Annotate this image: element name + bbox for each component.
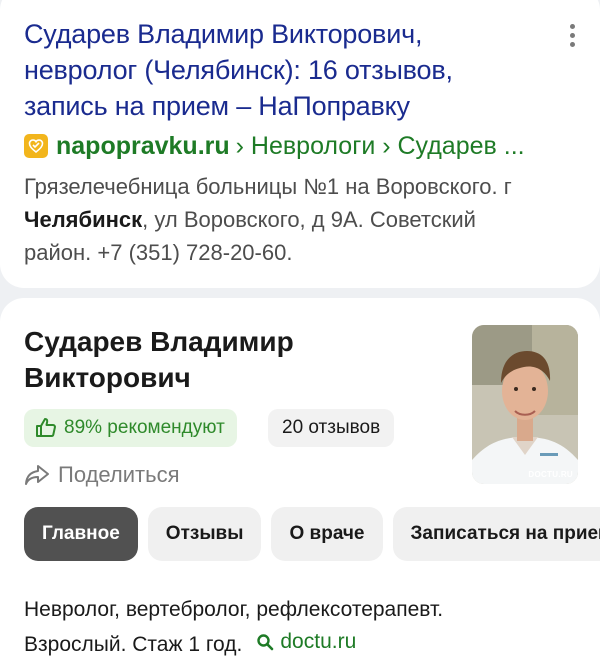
search-icon [257, 634, 274, 651]
doctor-photo[interactable]: DOCTU.RU [472, 325, 578, 484]
more-vertical-icon [569, 23, 575, 29]
result-title-line-1: Сударев Владимир Викторович, [24, 19, 423, 49]
result-title-line-3: запись на прием – НаПоправку [24, 91, 410, 121]
recommend-text: 89% рекомендуют [64, 417, 225, 438]
result-breadcrumb: › Неврологи › Сударев ... [235, 132, 525, 160]
doctor-card: Сударев Владимир Викторович DOCTU.RU 89%… [0, 298, 600, 658]
photo-watermark: DOCTU.RU [528, 470, 573, 479]
doctor-specialties: Невролог, вертебролог, рефлексотерапевт. [24, 598, 444, 621]
tab-about-doctor[interactable]: О враче [271, 507, 383, 561]
more-options-button[interactable] [562, 20, 582, 50]
result-title-line-2: невролог (Челябинск): 16 отзывов, [24, 55, 453, 85]
result-title-link[interactable]: Сударев Владимир Викторович, невролог (Ч… [24, 16, 536, 124]
source-link[interactable]: doctu.ru [256, 626, 356, 658]
doctor-name: Сударев Владимир Викторович [24, 326, 294, 393]
tab-main[interactable]: Главное [24, 507, 138, 561]
share-icon [25, 465, 49, 485]
reviews-count: 20 отзывов [282, 417, 381, 438]
recommend-badge[interactable]: 89% рекомендуют [24, 409, 237, 447]
share-label: Поделиться [58, 462, 180, 487]
tab-appointment[interactable]: Записаться на прием [392, 507, 600, 561]
doctor-tabs: Главное Отзывы О враче Записаться на при… [24, 507, 600, 561]
share-button[interactable]: Поделиться [24, 462, 179, 488]
doctor-experience: Взрослый. Стаж 1 год. [24, 633, 243, 656]
result-snippet: Грязелечебница больницы №1 на Воровского… [24, 174, 512, 265]
tab-reviews[interactable]: Отзывы [147, 507, 262, 561]
doctor-description: Невролог, вертебролог, рефлексотерапевт.… [24, 594, 443, 658]
thumbs-up-icon [36, 418, 56, 437]
reviews-badge[interactable]: 20 отзывов [268, 409, 395, 447]
result-domain: napopravku.ru [56, 132, 230, 160]
search-result-card: Сударев Владимир Викторович, невролог (Ч… [0, 0, 600, 288]
snippet-highlight: Челябинск [24, 207, 143, 232]
napopravku-favicon [24, 134, 48, 158]
result-url[interactable]: napopravku.ru › Неврологи › Сударев ... [24, 130, 536, 162]
